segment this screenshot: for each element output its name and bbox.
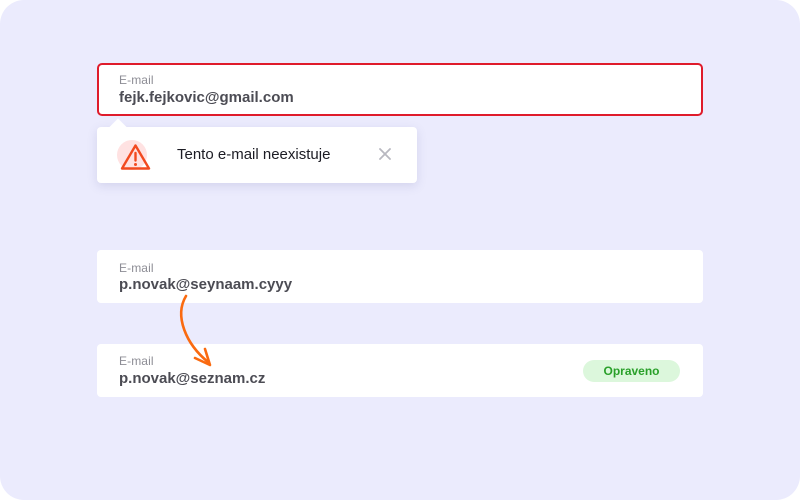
background-canvas: E-mail fejk.fejkovic@gmail.com Tento e-m… [0, 0, 800, 500]
close-icon[interactable] [377, 146, 393, 162]
error-tooltip: Tento e-mail neexistuje [97, 118, 417, 183]
curved-arrow-icon [180, 294, 212, 367]
email-field-value[interactable]: fejk.fejkovic@gmail.com [119, 89, 294, 106]
email-field-value[interactable]: p.novak@seznam.cz [119, 370, 265, 387]
warning-triangle-icon [117, 140, 151, 172]
email-field-label: E-mail [119, 261, 154, 275]
email-field-error[interactable]: E-mail fejk.fejkovic@gmail.com [97, 63, 703, 116]
email-field-label: E-mail [119, 73, 154, 87]
error-message: Tento e-mail neexistuje [177, 146, 331, 163]
email-field-value[interactable]: p.novak@seynaam.cyyy [119, 276, 292, 293]
email-field-label: E-mail [119, 354, 154, 368]
tooltip-pointer [109, 118, 127, 136]
corrected-badge: Opraveno [583, 360, 680, 382]
